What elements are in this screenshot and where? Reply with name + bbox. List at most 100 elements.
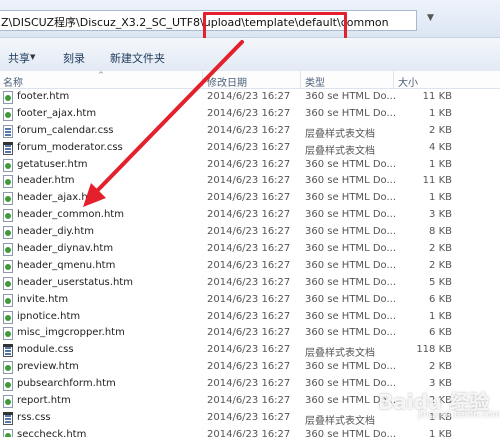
watermark-url: jingyan.baidu.com (418, 410, 500, 420)
file-size: 11 KB (422, 91, 452, 102)
file-name: footer_ajax.htm (17, 107, 97, 119)
file-row[interactable]: header_userstatus.htm 2014/6/23 16:27 360 … (0, 275, 500, 292)
html-document-icon (3, 310, 13, 324)
file-row[interactable]: seccheck.htm 2014/6/23 16:27 360 se HTML D… (0, 427, 500, 437)
file-size: 2 KB (429, 361, 452, 373)
file-date: 2014/6/23 16:27 (207, 158, 291, 170)
file-date: 2014/6/23 16:27 (207, 107, 291, 119)
burn-button[interactable]: 刻录 (63, 50, 85, 66)
share-dropdown-chevron-icon[interactable]: ▼ (30, 53, 35, 61)
column-divider[interactable] (393, 71, 394, 89)
file-size: 4 KB (429, 141, 452, 153)
file-row[interactable]: forum_moderator.css 2014/6/23 16:27 层叠样式表文… (0, 140, 500, 157)
sort-ascending-icon: ^ (98, 71, 104, 79)
address-dropdown-chevron-icon[interactable]: ▼ (427, 13, 434, 23)
html-document-icon (3, 107, 13, 121)
column-divider[interactable] (202, 71, 203, 89)
file-date: 2014/6/23 16:27 (207, 226, 291, 238)
file-size: 118 KB (416, 344, 452, 356)
html-document-icon (3, 428, 13, 437)
file-name: header_common.htm (17, 209, 124, 221)
file-date: 2014/6/23 16:27 (207, 259, 291, 271)
share-button[interactable]: 共享 (8, 50, 30, 66)
file-date: 2014/6/23 16:27 (207, 124, 291, 136)
file-size: 1 KB (429, 310, 452, 322)
file-date: 2014/6/23 16:27 (207, 293, 291, 305)
file-name: footer.htm (17, 91, 70, 102)
file-size: 1 KB (429, 107, 452, 119)
file-name: misc_imgcropper.htm (17, 327, 125, 339)
file-size: 2 KB (429, 124, 452, 136)
file-date: 2014/6/23 16:27 (207, 175, 291, 187)
column-header-name[interactable]: 名称 (3, 74, 23, 89)
file-name: getatuser.htm (17, 158, 88, 170)
file-name: header_diynav.htm (17, 243, 114, 255)
file-row[interactable]: header_qmenu.htm 2014/6/23 16:27 360 se HT… (0, 258, 500, 275)
file-name: preview.htm (17, 361, 79, 373)
file-size: 6 KB (429, 293, 452, 305)
column-header-date[interactable]: 修改日期 (207, 74, 247, 89)
file-size: 2 KB (429, 259, 452, 271)
file-row[interactable]: getatuser.htm 2014/6/23 16:27 360 se HTML … (0, 157, 500, 174)
file-size: 6 KB (429, 327, 452, 339)
column-header-size[interactable]: 大小 (398, 74, 418, 89)
file-date: 2014/6/23 16:27 (207, 361, 291, 373)
css-document-icon (3, 124, 13, 138)
column-header: ^ 名称 修改日期 类型 大小 (0, 71, 500, 89)
file-row[interactable]: ipnotice.htm 2014/6/23 16:27 360 se HTML D… (0, 309, 500, 326)
html-document-icon (3, 259, 13, 273)
file-size: 11 KB (422, 175, 452, 187)
file-row[interactable]: header_common.htm 2014/6/23 16:27 360 se H… (0, 207, 500, 224)
file-row[interactable]: invite.htm 2014/6/23 16:27 360 se HTML Do.… (0, 292, 500, 309)
html-document-icon (3, 192, 13, 206)
file-name: header_ajax.htm (17, 192, 102, 204)
file-date: 2014/6/23 16:27 (207, 378, 291, 390)
file-date: 2014/6/23 16:27 (207, 141, 291, 153)
file-size: 1 KB (429, 428, 452, 437)
file-date: 2014/6/23 16:27 (207, 411, 291, 423)
file-row[interactable]: footer_ajax.htm 2014/6/23 16:27 360 se HTM… (0, 106, 500, 123)
file-date: 2014/6/23 16:27 (207, 310, 291, 322)
file-date: 2014/6/23 16:27 (207, 91, 291, 102)
file-row[interactable]: preview.htm 2014/6/23 16:27 360 se HTML Do… (0, 359, 500, 376)
file-name: header.htm (17, 175, 75, 187)
file-name: header_qmenu.htm (17, 259, 116, 271)
file-date: 2014/6/23 16:27 (207, 428, 291, 437)
file-row[interactable]: header_ajax.htm 2014/6/23 16:27 360 se HTM… (0, 190, 500, 207)
file-row[interactable]: misc_imgcropper.htm 2014/6/23 16:27 360 se… (0, 325, 500, 342)
file-name: forum_calendar.css (17, 124, 114, 136)
file-row[interactable]: header.htm 2014/6/23 16:27 360 se HTML Do.… (0, 173, 500, 190)
file-row[interactable]: module.css 2014/6/23 16:27 层叠样式表文档 118 KB (0, 342, 500, 359)
file-date: 2014/6/23 16:27 (207, 209, 291, 221)
file-name: header_diy.htm (17, 226, 95, 238)
file-date: 2014/6/23 16:27 (207, 276, 291, 288)
html-document-icon (3, 276, 13, 290)
file-date: 2014/6/23 16:27 (207, 192, 291, 204)
html-document-icon (3, 378, 13, 392)
file-name: forum_moderator.css (17, 141, 123, 153)
css-document-icon (3, 344, 13, 358)
css-document-icon (3, 411, 13, 425)
file-row[interactable]: footer.htm 2014/6/23 16:27 360 se HTML Do.… (0, 89, 500, 106)
column-header-type[interactable]: 类型 (305, 74, 325, 89)
column-divider[interactable] (300, 71, 301, 89)
file-name: report.htm (17, 395, 71, 407)
file-name: ipnotice.htm (17, 310, 81, 322)
file-date: 2014/6/23 16:27 (207, 344, 291, 356)
file-date: 2014/6/23 16:27 (207, 327, 291, 339)
html-document-icon (3, 209, 13, 223)
file-size: 8 KB (429, 226, 452, 238)
file-date: 2014/6/23 16:27 (207, 243, 291, 255)
new-folder-button[interactable]: 新建文件夹 (110, 50, 165, 66)
file-row[interactable]: header_diynav.htm 2014/6/23 16:27 360 se H… (0, 241, 500, 258)
html-document-icon (3, 226, 13, 240)
css-document-icon (3, 141, 13, 155)
html-document-icon (3, 175, 13, 189)
file-name: pubsearchform.htm (17, 378, 116, 390)
file-size: 1 KB (429, 158, 452, 170)
file-date: 2014/6/23 16:27 (207, 395, 291, 407)
file-row[interactable]: forum_calendar.css 2014/6/23 16:27 层叠样式表文档… (0, 123, 500, 140)
html-document-icon (3, 158, 13, 172)
file-row[interactable]: header_diy.htm 2014/6/23 16:27 360 se HTML… (0, 224, 500, 241)
html-document-icon (3, 91, 13, 104)
